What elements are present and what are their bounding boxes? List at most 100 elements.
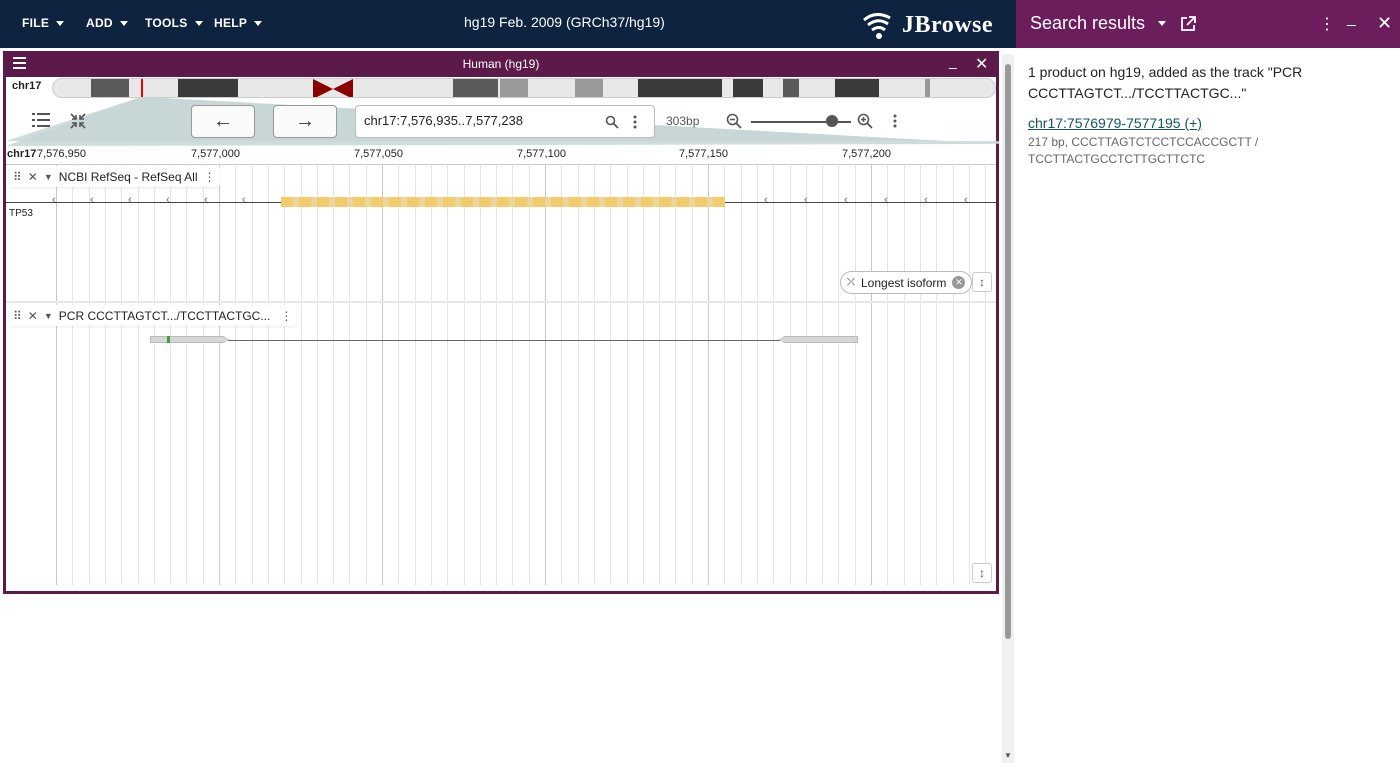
track-divider[interactable]	[6, 301, 996, 303]
track-height-toggle[interactable]: ↕	[972, 563, 992, 583]
gridline	[301, 165, 302, 585]
vertical-resize-icon: ↕	[979, 566, 985, 580]
caret-down-icon	[1158, 21, 1167, 26]
result-location-link[interactable]: chr17:7576979-7577195 (+)	[1028, 115, 1202, 131]
gridline	[887, 165, 888, 585]
scroll-down-icon[interactable]: ▼	[1004, 751, 1012, 760]
menu-add[interactable]: ADD	[86, 16, 128, 30]
coordinate-ruler: chr17 7,576,950 7,577,000 7,577,050 7,57…	[6, 145, 996, 165]
gridline	[89, 165, 90, 585]
gridline	[855, 165, 856, 585]
gridline	[692, 165, 693, 585]
page-scrollbar[interactable]: ▼	[1002, 54, 1014, 763]
gene-exon-feature[interactable]	[281, 197, 725, 207]
track-menu-icon[interactable]: ⋮	[280, 309, 292, 323]
scrollbar-thumb[interactable]	[1005, 64, 1011, 639]
drag-handle-icon[interactable]: ⠿	[13, 170, 22, 184]
ruler-tick-label: 7,577,050	[354, 148, 403, 160]
gridline	[708, 165, 709, 585]
ruler-tick-label: 7,577,100	[517, 148, 566, 160]
gridline	[545, 165, 546, 585]
ruler-ref-name: chr17	[7, 148, 37, 160]
track-height-toggle[interactable]: ↕	[972, 272, 992, 292]
view-options-icon[interactable]	[893, 114, 897, 128]
gridline	[349, 165, 350, 585]
gene-feature-label: TP53	[9, 208, 33, 219]
gridline	[757, 165, 758, 585]
strand-arrow-icon: ‹	[924, 194, 928, 206]
menu-tools[interactable]: TOOLS	[145, 16, 203, 30]
minimize-panel-icon[interactable]: _	[1347, 10, 1356, 28]
minimize-view-icon[interactable]: _	[949, 53, 957, 69]
track-name: PCR CCCTTAGTCT.../TCCTTACTGC...	[58, 308, 271, 323]
gridline	[333, 165, 334, 585]
gridline	[953, 165, 954, 585]
ruler-tick-label: 7,577,150	[679, 148, 728, 160]
remove-chip-icon[interactable]: ✕	[952, 276, 966, 289]
collapse-icon[interactable]	[69, 112, 87, 130]
track-selector-icon[interactable]	[32, 112, 50, 128]
drag-handle-icon[interactable]: ⠿	[13, 309, 22, 323]
arrow-right-icon: →	[295, 110, 315, 132]
search-icon[interactable]	[605, 115, 619, 129]
strand-arrow-icon: ‹	[804, 194, 808, 206]
panel-title-select[interactable]: Search results	[1030, 13, 1167, 34]
gridline	[643, 165, 644, 585]
gridline	[512, 165, 513, 585]
menu-help[interactable]: HELP	[214, 16, 263, 30]
more-vert-icon[interactable]	[633, 115, 637, 129]
close-panel-icon[interactable]: ✕	[1377, 13, 1392, 34]
panel-menu-icon[interactable]: ⋮	[1319, 14, 1335, 34]
logo-text: JBrowse	[902, 11, 994, 38]
view-title: Human (hg19)	[462, 57, 540, 71]
gridline	[496, 165, 497, 585]
gridline	[936, 165, 937, 585]
pop-out-icon[interactable]	[1179, 15, 1197, 33]
track-menu-icon[interactable]: ⋮	[204, 170, 216, 184]
gridline	[627, 165, 628, 585]
gridline	[594, 165, 595, 585]
zoom-in-icon[interactable]	[857, 113, 873, 129]
gridline	[969, 165, 970, 585]
reverse-primer-feature[interactable]	[778, 336, 858, 343]
gridline	[806, 165, 807, 585]
gridline	[431, 165, 432, 585]
caret-down-icon[interactable]: ▼	[44, 311, 53, 321]
pan-right-button[interactable]: →	[273, 105, 337, 138]
gridline	[366, 165, 367, 585]
pan-left-button[interactable]: ←	[191, 105, 255, 138]
caret-down-icon	[56, 20, 65, 26]
zoom-out-icon[interactable]	[726, 113, 742, 129]
menu-file[interactable]: FILE	[22, 16, 65, 30]
jbrowse-logo-icon	[863, 13, 891, 39]
chip-label: Longest isoform	[861, 275, 947, 290]
longest-isoform-chip[interactable]: ⤫ Longest isoform ✕	[840, 271, 973, 294]
strand-arrow-icon: ‹	[204, 194, 208, 206]
gridline	[121, 165, 122, 585]
gridline	[317, 165, 318, 585]
results-message: 1 product on hg19, added as the track "P…	[1028, 64, 1303, 101]
chromosome-ideogram[interactable]	[52, 78, 996, 98]
strand-arrow-icon: ‹	[764, 194, 768, 206]
gridline	[920, 165, 921, 585]
ruler-tick-label: 7,577,000	[191, 148, 240, 160]
zoom-slider-thumb[interactable]	[826, 115, 838, 127]
strand-arrow-icon: ‹	[166, 194, 170, 206]
close-view-icon[interactable]: ✕	[975, 54, 988, 74]
caret-down-icon[interactable]: ▼	[44, 172, 53, 182]
close-track-icon[interactable]: ✕	[28, 170, 38, 184]
gridline	[675, 165, 676, 585]
gridline	[105, 165, 106, 585]
track-label-pcr: ⠿ ✕ ▼ PCR CCCTTAGTCT.../TCCTTACTGC... ⋮	[9, 305, 297, 326]
strand-arrow-icon: ‹	[128, 194, 132, 206]
location-input[interactable]	[364, 113, 599, 128]
location-search-box[interactable]	[355, 105, 655, 138]
close-track-icon[interactable]: ✕	[28, 309, 38, 323]
gridline	[219, 165, 220, 585]
strand-arrow-icon: ‹	[884, 194, 888, 206]
forward-primer-feature[interactable]	[150, 336, 230, 343]
assembly-title: hg19 Feb. 2009 (GRCh37/hg19)	[464, 14, 665, 30]
gridline	[480, 165, 481, 585]
jbrowse-logo: JBrowse	[862, 10, 993, 40]
gridline	[186, 165, 187, 585]
